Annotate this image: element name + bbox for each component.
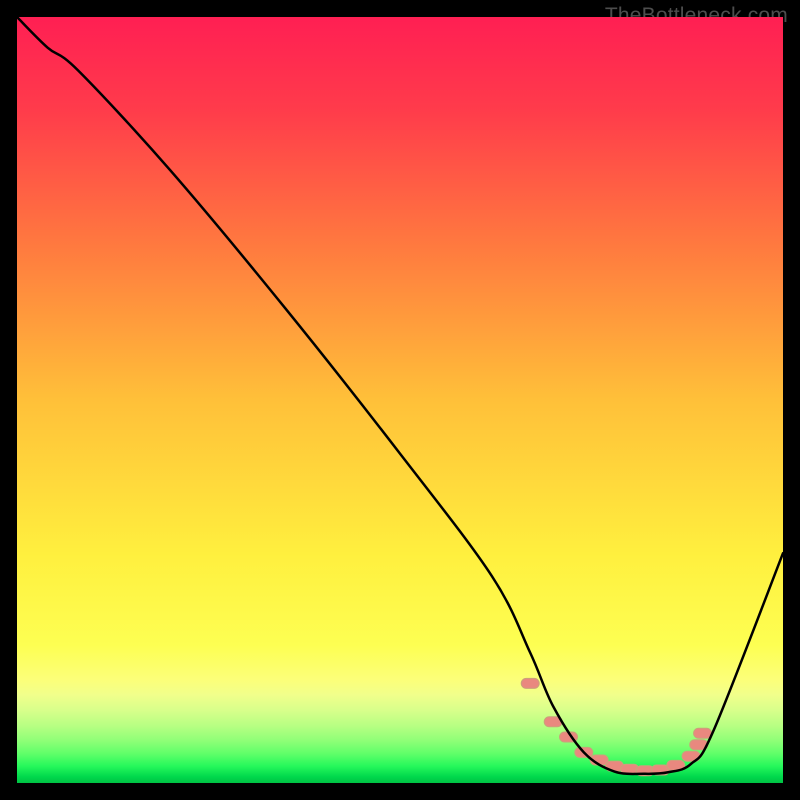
gradient-background bbox=[17, 17, 783, 783]
curve-marker bbox=[694, 728, 712, 738]
plot-area bbox=[17, 17, 783, 783]
chart-frame: TheBottleneck.com bbox=[0, 0, 800, 800]
curve-marker bbox=[521, 678, 539, 688]
plot-svg bbox=[17, 17, 783, 783]
